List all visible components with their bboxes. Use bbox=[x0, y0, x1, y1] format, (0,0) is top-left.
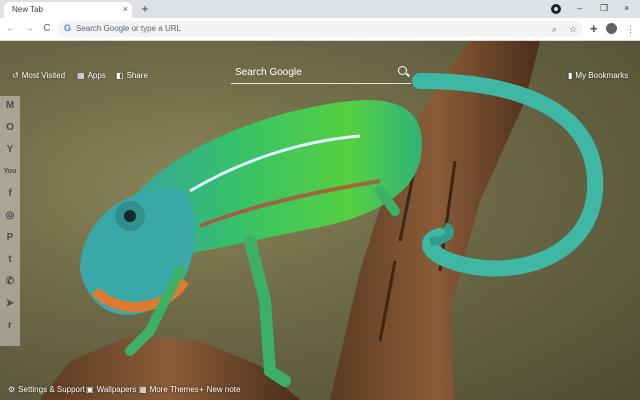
tab-strip: New Tab × + – ❐ × bbox=[0, 0, 640, 18]
my-bookmarks-link[interactable]: ▮ My Bookmarks bbox=[568, 71, 628, 80]
settings-support-link[interactable]: ⚙ Settings & Support bbox=[8, 385, 85, 394]
menu-icon[interactable]: ⋮ bbox=[626, 22, 635, 36]
most-visited-label: Most Visited bbox=[21, 71, 66, 80]
reddit-icon[interactable]: r bbox=[2, 318, 18, 334]
outlook-icon[interactable]: O bbox=[2, 120, 18, 136]
note-icon: + bbox=[199, 385, 204, 394]
address-placeholder: Search Google or type a URL bbox=[76, 24, 181, 33]
search-box[interactable]: Search Google bbox=[231, 63, 411, 84]
bookmark-star-icon[interactable]: ☆ bbox=[569, 22, 577, 36]
apps-icon: ▦ bbox=[77, 71, 85, 80]
most-visited-link[interactable]: ↺ Most Visited bbox=[12, 71, 65, 80]
reload-icon[interactable]: C bbox=[40, 22, 54, 36]
my-bookmarks-label: My Bookmarks bbox=[575, 71, 629, 80]
telegram-icon[interactable]: ➤ bbox=[2, 296, 18, 312]
extensions-icon[interactable]: ✚ bbox=[590, 22, 598, 36]
google-icon: G bbox=[64, 23, 72, 33]
window-close-icon[interactable]: × bbox=[624, 2, 629, 14]
pinterest-icon[interactable]: P bbox=[2, 230, 18, 246]
instagram-icon[interactable]: ◎ bbox=[2, 208, 18, 224]
image-icon: ▣ bbox=[86, 385, 94, 394]
share-link[interactable]: ◧ Share bbox=[116, 71, 148, 80]
back-icon[interactable]: ← bbox=[4, 22, 18, 36]
gmail-icon[interactable]: M bbox=[2, 98, 18, 114]
bookmark-icon: ▮ bbox=[568, 71, 573, 80]
quick-links-sidebar: M O Y You f ◎ P t ✆ ➤ r bbox=[0, 96, 20, 346]
address-bar[interactable]: G Search Google or type a URL ⌕ ☆ bbox=[58, 21, 583, 37]
settings-support-label: Settings & Support bbox=[18, 385, 85, 394]
search-placeholder: Search Google bbox=[235, 67, 302, 78]
tab-new-tab[interactable]: New Tab × bbox=[4, 2, 132, 18]
tab-title: New Tab bbox=[12, 5, 43, 14]
apps-label: Apps bbox=[87, 71, 106, 80]
zoom-icon[interactable]: ⌕ bbox=[552, 22, 557, 36]
wallpapers-link[interactable]: ▣ Wallpapers bbox=[86, 385, 136, 394]
search-icon[interactable] bbox=[398, 66, 407, 75]
apps-link[interactable]: ▦ Apps bbox=[77, 71, 106, 80]
facebook-icon[interactable]: f bbox=[2, 186, 18, 202]
new-note-label: New note bbox=[206, 385, 241, 394]
twitter-icon[interactable]: t bbox=[2, 252, 18, 268]
themes-icon: ▦ bbox=[139, 385, 147, 394]
share-label: Share bbox=[126, 71, 148, 80]
forward-icon[interactable]: → bbox=[22, 22, 36, 36]
profile-badge-icon[interactable] bbox=[551, 4, 561, 14]
more-themes-label: More Themes bbox=[149, 385, 199, 394]
new-tab-page: ↺ Most Visited ▦ Apps ◧ Share Search Goo… bbox=[0, 41, 640, 400]
wallpapers-label: Wallpapers bbox=[96, 385, 137, 394]
new-note-link[interactable]: + New note bbox=[199, 385, 240, 394]
browser-toolbar: ← → C G Search Google or type a URL ⌕ ☆ … bbox=[0, 18, 640, 41]
maximize-icon[interactable]: ❐ bbox=[600, 2, 608, 14]
more-themes-link[interactable]: ▦ More Themes bbox=[139, 385, 199, 394]
new-tab-button[interactable]: + bbox=[138, 2, 152, 16]
minimize-icon[interactable]: – bbox=[577, 2, 582, 14]
share-icon: ◧ bbox=[116, 71, 124, 80]
youtube-icon[interactable]: You bbox=[2, 164, 18, 180]
gear-icon: ⚙ bbox=[8, 385, 16, 394]
avatar[interactable] bbox=[606, 23, 617, 34]
chameleon-wallpaper bbox=[40, 41, 604, 400]
tab-close-icon[interactable]: × bbox=[123, 4, 128, 14]
yahoo-icon[interactable]: Y bbox=[2, 142, 18, 158]
whatsapp-icon[interactable]: ✆ bbox=[2, 274, 18, 290]
history-icon: ↺ bbox=[12, 71, 19, 80]
